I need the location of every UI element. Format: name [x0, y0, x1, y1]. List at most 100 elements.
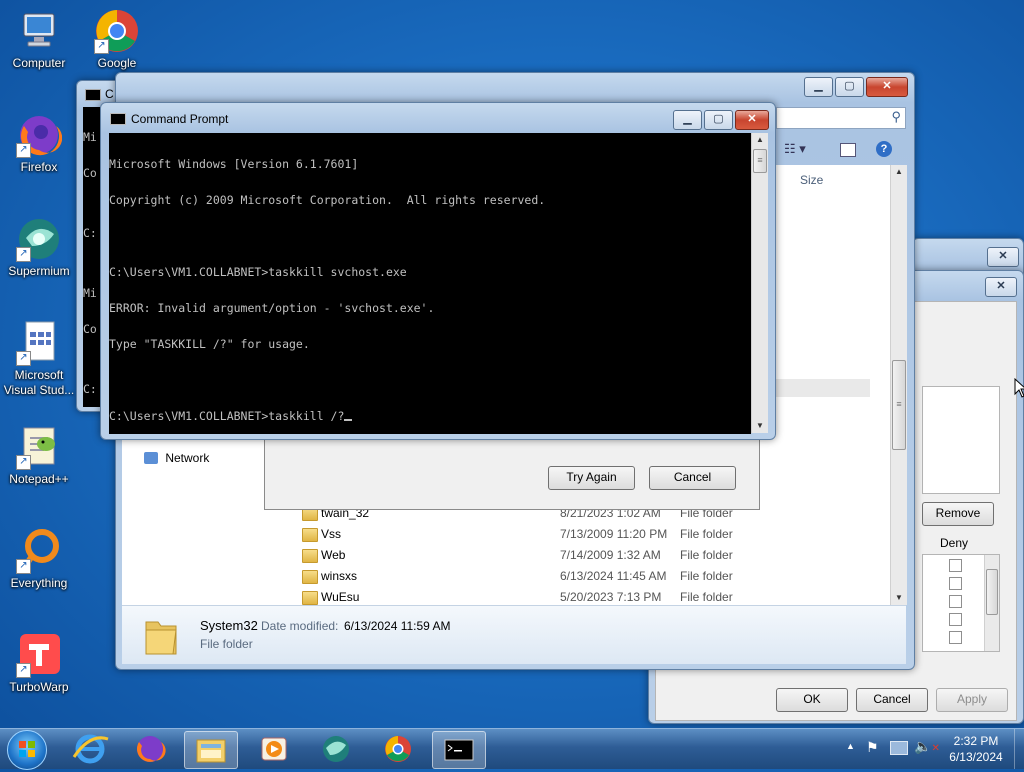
desktop-icon-visual-studio[interactable]: ↗ Microsoft Visual Stud... [0, 320, 78, 398]
console-line: Microsoft Windows [Version 6.1.7601] [109, 157, 359, 171]
back-cmd-title: C [105, 87, 114, 101]
deny-checkbox[interactable] [949, 613, 962, 626]
taskbar: ▲ ⚑ 🔈✕ 2:32 PM 6/13/2024 [0, 728, 1024, 770]
column-header-size[interactable]: Size [800, 173, 823, 187]
preview-pane-button[interactable] [840, 143, 856, 157]
start-orb[interactable] [7, 730, 47, 770]
scroll-up-icon[interactable]: ▲ [891, 165, 907, 179]
window-controls: ▁ ▢ ✕ [671, 110, 769, 130]
desktop-icon-label: TurboWarp [9, 680, 69, 694]
action-center-flag-icon[interactable]: ⚑ [866, 739, 879, 756]
close-button[interactable]: ✕ [987, 247, 1019, 267]
supermium-icon: ↗ [16, 216, 62, 262]
views-button[interactable]: ☷ ▾ [784, 141, 806, 157]
shortcut-arrow-icon: ↗ [16, 247, 31, 262]
scroll-down-icon[interactable]: ▼ [752, 419, 768, 433]
file-date: 5/20/2023 7:13 PM [560, 590, 662, 604]
close-button[interactable]: ✕ [866, 77, 908, 97]
details-name: System32 [200, 618, 258, 633]
desktop-icon-label: Microsoft Visual Stud... [3, 368, 75, 397]
scroll-thumb[interactable]: ≡ [892, 360, 906, 450]
show-desktop-button[interactable] [1014, 729, 1024, 769]
desktop-icon-label: Supermium [8, 264, 70, 278]
file-type: File folder [680, 569, 733, 583]
console-line: Type "TASKKILL /?" for usage. [109, 337, 310, 351]
taskbar-chrome[interactable] [372, 731, 424, 767]
scroll-up-icon[interactable]: ▲ [752, 133, 768, 147]
file-type: File folder [680, 590, 733, 604]
desktop-icon-firefox[interactable]: ↗ Firefox [0, 112, 78, 175]
cmd-title-icon [85, 89, 101, 101]
details-date: 6/13/2024 11:59 AM [344, 619, 451, 633]
shortcut-arrow-icon: ↗ [16, 663, 31, 678]
shortcut-arrow-icon: ↗ [94, 39, 109, 54]
window-controls: ▁ ▢ ✕ [802, 77, 908, 97]
desktop-icon-turbowarp[interactable]: ↗ TurboWarp [0, 632, 78, 695]
file-date: 7/13/2009 11:20 PM [560, 527, 668, 541]
file-date: 7/14/2009 1:32 AM [560, 548, 661, 562]
ok-button[interactable]: OK [776, 688, 848, 712]
taskbar-supermium[interactable] [310, 731, 362, 767]
scroll-thumb[interactable] [986, 569, 998, 615]
deny-checkbox[interactable] [949, 577, 962, 590]
deny-checkbox[interactable] [949, 559, 962, 572]
console-input-line[interactable]: C:\Users\VM1.COLLABNET>taskkill /? [109, 410, 751, 422]
desktop-icon-notepadpp[interactable]: ↗ Notepad++ [0, 424, 78, 487]
taskbar-firefox[interactable] [124, 731, 176, 767]
folder-icon [302, 528, 318, 542]
details-pane: System32 Date modified: 6/13/2024 11:59 … [122, 605, 906, 664]
windows-logo-icon [19, 741, 35, 757]
apply-button[interactable]: Apply [936, 688, 1008, 712]
remove-button[interactable]: Remove [922, 502, 994, 526]
list-item[interactable]: WuEsu 5/20/2023 7:13 PM File folder [300, 587, 905, 608]
command-prompt-window: Command Prompt ▁ ▢ ✕ Microsoft Windows [… [100, 102, 776, 440]
cancel-button[interactable]: Cancel [649, 466, 736, 490]
file-name: Web [321, 548, 346, 562]
desktop-icon-everything[interactable]: ↗ Everything [0, 528, 78, 591]
taskbar-command-prompt[interactable] [432, 731, 486, 769]
supermium-icon [323, 736, 349, 762]
computer-icon [16, 8, 62, 54]
deny-checkbox[interactable] [949, 595, 962, 608]
clock[interactable]: 2:32 PM 6/13/2024 [936, 733, 1016, 765]
maximize-button[interactable]: ▢ [704, 110, 733, 130]
text-cursor [344, 419, 353, 421]
minimize-button[interactable]: ▁ [804, 77, 833, 97]
search-box[interactable]: ⚲ [776, 107, 906, 129]
taskbar-media-player[interactable] [248, 731, 300, 767]
try-again-button[interactable]: Try Again [548, 466, 635, 490]
desktop-icon-computer[interactable]: Computer [0, 8, 78, 71]
visual-studio-icon: ↗ [16, 320, 62, 366]
desktop-icon-google[interactable]: ↗ Google [78, 8, 156, 71]
maximize-button[interactable]: ▢ [835, 77, 864, 97]
permission-scrollbar[interactable] [984, 555, 999, 651]
list-item[interactable]: winsxs 6/13/2024 11:45 AM File folder [300, 566, 905, 587]
permissions-list [922, 386, 1000, 494]
sidebar-item-network[interactable]: Network [144, 451, 209, 465]
list-item[interactable]: Vss 7/13/2009 11:20 PM File folder [300, 524, 905, 545]
show-hidden-icons[interactable]: ▲ [846, 741, 855, 751]
scroll-thumb[interactable]: ≡ [753, 149, 767, 173]
console-line: C:\Users\VM1.COLLABNET>taskkill svchost.… [109, 265, 407, 279]
file-name: WuEsu [321, 590, 360, 604]
folder-icon [302, 549, 318, 563]
deny-checkbox[interactable] [949, 631, 962, 644]
desktop-icon-supermium[interactable]: ↗ Supermium [0, 216, 78, 279]
console-scrollbar[interactable]: ▲ ≡ ▼ [751, 133, 768, 433]
console-line: C:\Users\VM1.COLLABNET>taskkill /? [109, 409, 345, 423]
cancel-button[interactable]: Cancel [856, 688, 928, 712]
taskbar-file-explorer[interactable] [184, 731, 238, 769]
minimize-button[interactable]: ▁ [673, 110, 702, 130]
deny-column-header: Deny [940, 536, 969, 550]
clock-date: 6/13/2024 [949, 750, 1003, 764]
close-button[interactable]: ✕ [735, 110, 769, 130]
console-output[interactable]: Microsoft Windows [Version 6.1.7601] Cop… [109, 133, 751, 434]
help-icon[interactable]: ? [876, 141, 892, 157]
close-button[interactable]: ✕ [985, 277, 1017, 297]
network-tray-icon[interactable] [890, 741, 908, 755]
taskbar-internet-explorer[interactable] [64, 731, 116, 767]
list-item[interactable]: Web 7/14/2009 1:32 AM File folder [300, 545, 905, 566]
details-date-label: Date modified: [261, 619, 339, 633]
